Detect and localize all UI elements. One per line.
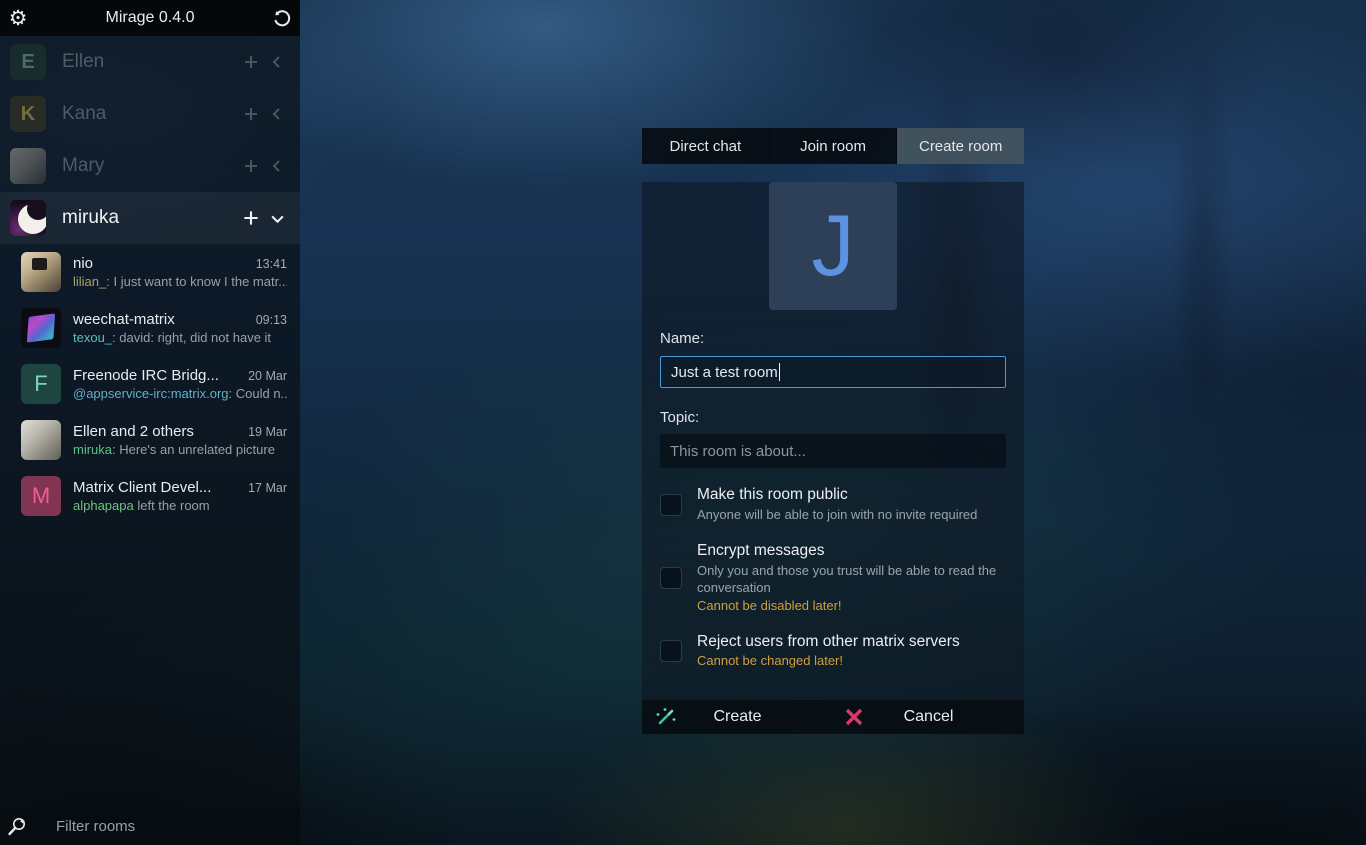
room-avatar-letter: F	[21, 364, 61, 404]
room-name: Matrix Client Devel...	[73, 479, 212, 496]
create-button-label: Create	[713, 708, 762, 725]
room-timestamp: 09:13	[255, 313, 287, 327]
checkbox-subtitle: Only you and those you trust will be abl…	[697, 563, 997, 595]
sidebar-topbar: ⚙ Mirage 0.4.0	[0, 0, 300, 36]
checkbox-row-reject-federation[interactable]: Reject users from other matrix servers C…	[660, 633, 1006, 669]
create-button[interactable]: Create	[642, 700, 833, 734]
tab-join-room[interactable]: Join room	[770, 128, 898, 164]
account-name: Ellen	[62, 51, 105, 72]
dialog-body: J Name: Just a test room Topic: This roo…	[642, 182, 1024, 700]
sender-name: miruka	[73, 442, 113, 457]
room-avatar-letter: M	[21, 476, 61, 516]
avatar: E	[10, 44, 46, 80]
room-last-message: alphapapa left the room	[73, 498, 210, 513]
room-timestamp: 19 Mar	[248, 425, 287, 439]
room-timestamp: 17 Mar	[248, 481, 287, 495]
add-chat-icon[interactable]	[238, 101, 264, 127]
sender-name: texou_	[73, 330, 113, 345]
room-row-freenode[interactable]: F Freenode IRC Bridg... 20 Mar @appservi…	[0, 356, 300, 412]
account-list: E Ellen K Kana Mary miruka	[0, 36, 300, 244]
tab-direct-chat[interactable]: Direct chat	[642, 128, 770, 164]
room-row-weechat-matrix[interactable]: weechat-matrix 09:13 texou_: david: righ…	[0, 300, 300, 356]
reload-button[interactable]	[264, 0, 300, 36]
add-chat-icon[interactable]	[238, 49, 264, 75]
sender-name: lilian_	[73, 274, 107, 289]
chevron-down-icon[interactable]	[264, 205, 290, 231]
room-avatar-logo	[21, 308, 61, 348]
checkbox-encrypt[interactable]	[660, 567, 682, 589]
room-last-message: @appservice-irc:matrix.org: Could n...	[73, 386, 287, 401]
checkbox-row-public[interactable]: Make this room public Anyone will be abl…	[660, 486, 1006, 523]
magic-wand-icon	[655, 706, 677, 728]
room-name: nio	[73, 255, 94, 272]
checkbox-public[interactable]	[660, 493, 682, 516]
account-row-ellen[interactable]: E Ellen	[0, 36, 300, 88]
account-row-mary[interactable]: Mary	[0, 140, 300, 192]
account-name: Kana	[62, 103, 107, 124]
account-row-kana[interactable]: K Kana	[0, 88, 300, 140]
settings-button[interactable]: ⚙	[0, 0, 36, 36]
text-caret	[778, 363, 780, 381]
dialog-tabbar: Direct chat Join room Create room	[642, 128, 1025, 164]
app-title: Mirage 0.4.0	[105, 9, 195, 26]
topic-label: Topic:	[660, 409, 700, 426]
sender-name: alphapapa	[73, 498, 134, 513]
checkbox-title: Encrypt messages	[697, 542, 825, 559]
room-name-input[interactable]: Just a test room	[660, 356, 1006, 388]
filter-rooms-bar[interactable]: Filter rooms	[0, 808, 300, 845]
room-row-nio[interactable]: nio 13:41 lilian_: I just want to know I…	[0, 244, 300, 300]
room-timestamp: 20 Mar	[248, 369, 287, 383]
cancel-button-label: Cancel	[903, 708, 954, 725]
gear-icon: ⚙	[8, 6, 28, 30]
avatar-photo	[10, 148, 46, 184]
checkbox-row-encrypt[interactable]: Encrypt messages Only you and those you …	[660, 542, 1006, 614]
room-timestamp: 13:41	[255, 257, 287, 271]
checkbox-title: Make this room public	[697, 486, 848, 503]
filter-rooms-placeholder: Filter rooms	[56, 818, 136, 835]
room-avatar-photo	[21, 420, 61, 460]
avatar-moon	[10, 200, 46, 236]
account-name: miruka	[62, 207, 120, 228]
sender-name: @appservice-irc:matrix.org	[73, 386, 229, 401]
room-name: Freenode IRC Bridg...	[73, 367, 219, 384]
close-icon	[842, 705, 866, 729]
reload-icon	[274, 10, 291, 27]
chevron-left-icon[interactable]	[264, 153, 290, 179]
sidebar: ⚙ Mirage 0.4.0 E Ellen K Kana Mary miruk…	[0, 0, 300, 845]
room-topic-placeholder: This room is about...	[670, 442, 806, 460]
search-plus-icon	[8, 817, 25, 835]
room-avatar-photo	[21, 252, 61, 292]
account-row-miruka[interactable]: miruka	[0, 192, 300, 244]
tab-create-room[interactable]: Create room	[897, 128, 1025, 164]
room-list: nio 13:41 lilian_: I just want to know I…	[0, 244, 300, 524]
checkbox-warning: Cannot be changed later!	[697, 653, 843, 668]
room-row-matrix-client-devel[interactable]: M Matrix Client Devel... 17 Mar alphapap…	[0, 468, 300, 524]
chevron-left-icon[interactable]	[264, 101, 290, 127]
room-last-message: miruka: Here's an unrelated picture	[73, 442, 275, 457]
dialog-buttons: Create Cancel	[642, 700, 1024, 734]
checkbox-warning: Cannot be disabled later!	[697, 598, 842, 613]
room-topic-input[interactable]: This room is about...	[660, 434, 1006, 468]
cancel-button[interactable]: Cancel	[833, 700, 1024, 734]
name-label: Name:	[660, 330, 705, 347]
room-avatar-preview[interactable]: J	[769, 182, 897, 310]
filter-icon-wrap	[0, 809, 34, 845]
add-chat-icon[interactable]	[238, 205, 264, 231]
room-name-value: Just a test room	[671, 363, 778, 381]
avatar: K	[10, 96, 46, 132]
checkbox-reject-federation[interactable]	[660, 640, 682, 662]
chevron-left-icon[interactable]	[264, 49, 290, 75]
account-name: Mary	[62, 155, 105, 176]
room-name: Ellen and 2 others	[73, 423, 194, 440]
checkbox-title: Reject users from other matrix servers	[697, 633, 960, 650]
add-chat-icon[interactable]	[238, 153, 264, 179]
checkbox-subtitle: Anyone will be able to join with no invi…	[697, 507, 978, 522]
room-name: weechat-matrix	[73, 311, 175, 328]
create-room-dialog: Direct chat Join room Create room J Name…	[642, 128, 1025, 734]
room-row-ellen-and-2-others[interactable]: Ellen and 2 others 19 Mar miruka: Here's…	[0, 412, 300, 468]
room-last-message: lilian_: I just want to know I the matr.…	[73, 274, 287, 289]
room-last-message: texou_: david: right, did not have it	[73, 330, 272, 345]
